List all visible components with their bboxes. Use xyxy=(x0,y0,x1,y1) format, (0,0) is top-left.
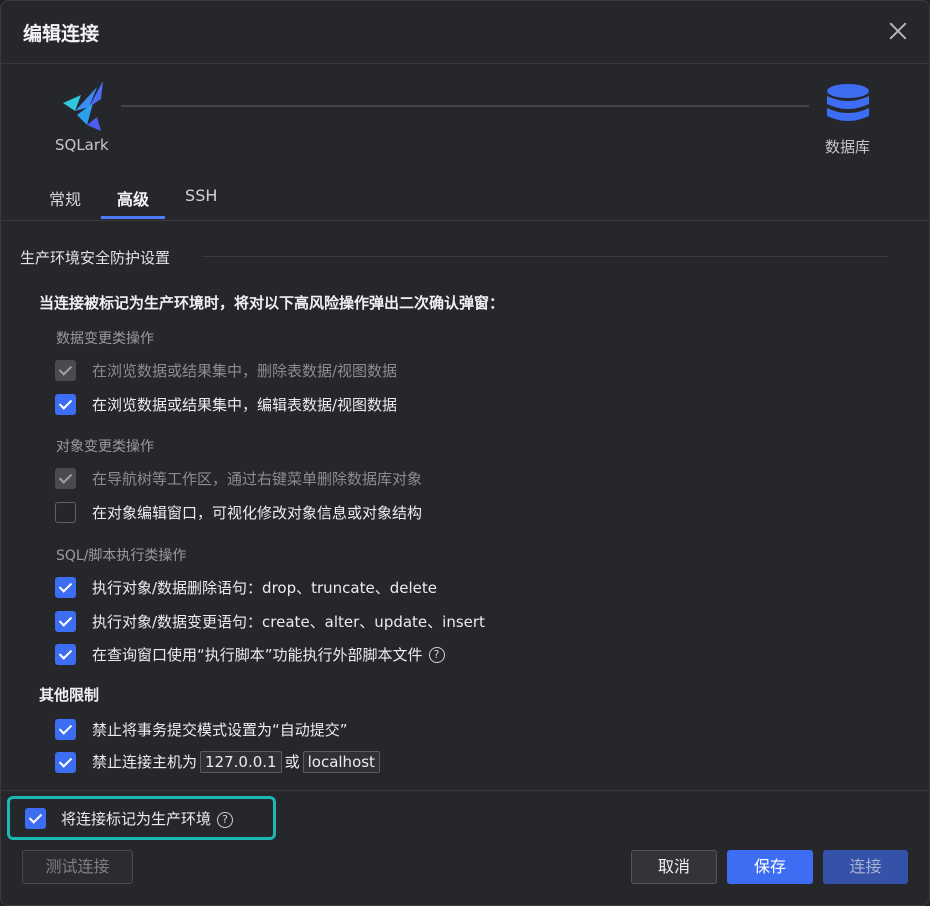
cancel-button[interactable]: 取消 xyxy=(631,850,717,884)
option-label: 在对象编辑窗口，可视化修改对象信息或对象结构 xyxy=(92,503,423,522)
option-label: 在查询窗口使用“执行脚本”功能执行外部脚本文件? xyxy=(92,644,445,665)
save-button[interactable]: 保存 xyxy=(727,850,813,884)
sqlark-logo-icon xyxy=(63,81,103,131)
mark-production-text: 将连接标记为生产环境 xyxy=(61,810,212,828)
option-label-or: 或 xyxy=(284,753,300,771)
help-circle-icon[interactable]: ? xyxy=(217,811,234,828)
checkbox-delete-table-data xyxy=(55,359,76,381)
other-restrictions-title: 其他限制 xyxy=(39,686,100,704)
source-label: SQLark xyxy=(55,136,109,154)
section-description: 当连接被标记为生产环境时，将对以下高风险操作弹出二次确认弹窗： xyxy=(39,294,505,312)
option-label: 在浏览数据或结果集中，删除表数据/视图数据 xyxy=(92,361,398,380)
edit-connection-dialog: 编辑连接 SQLark 数据库 常规 高级 SSH 生产环境安全防护设置 当连接… xyxy=(0,0,930,906)
footer-divider xyxy=(1,790,929,791)
close-icon[interactable] xyxy=(887,20,909,42)
tab-general[interactable]: 常规 xyxy=(31,181,99,219)
host-tag: localhost xyxy=(302,751,380,773)
option-delete-table-data: 在浏览数据或结果集中，删除表数据/视图数据 xyxy=(55,358,397,382)
option-change-statements[interactable]: 执行对象/数据变更语句：create、alter、update、insert xyxy=(55,609,485,633)
option-visual-modify-object[interactable]: 在对象编辑窗口，可视化修改对象信息或对象结构 xyxy=(55,500,422,524)
checkbox-delete-db-object xyxy=(55,467,76,489)
checkbox-block-autocommit[interactable] xyxy=(55,718,76,740)
group-title-sql-exec: SQL/脚本执行类操作 xyxy=(56,548,187,564)
help-circle-icon[interactable]: ? xyxy=(428,647,445,663)
option-label-prefix: 禁止连接主机为 xyxy=(92,753,198,771)
section-divider xyxy=(202,256,887,257)
option-execute-script[interactable]: 在查询窗口使用“执行脚本”功能执行外部脚本文件? xyxy=(55,642,445,666)
group-title-data-change: 数据变更类操作 xyxy=(56,331,154,347)
section-title: 生产环境安全防护设置 xyxy=(20,249,171,267)
test-connection-button[interactable]: 测试连接 xyxy=(22,850,133,884)
target-label: 数据库 xyxy=(825,138,871,156)
option-label: 在浏览数据或结果集中，编辑表数据/视图数据 xyxy=(92,395,398,414)
group-title-object-change: 对象变更类操作 xyxy=(56,439,154,455)
connect-button[interactable]: 连接 xyxy=(823,850,908,884)
checkbox-block-localhost[interactable] xyxy=(55,751,76,773)
connection-line xyxy=(121,105,809,107)
option-block-autocommit[interactable]: 禁止将事务提交模式设置为“自动提交” xyxy=(55,717,348,741)
option-label: 禁止连接主机为 127.0.0.1 或 localhost xyxy=(92,751,383,773)
title-divider xyxy=(1,63,929,64)
option-label: 在导航树等工作区，通过右键菜单删除数据库对象 xyxy=(92,469,423,488)
option-edit-table-data[interactable]: 在浏览数据或结果集中，编辑表数据/视图数据 xyxy=(55,392,397,416)
host-tag: 127.0.0.1 xyxy=(200,751,282,773)
option-drop-statements[interactable]: 执行对象/数据删除语句：drop、truncate、delete xyxy=(55,575,437,599)
option-label: 执行对象/数据删除语句：drop、truncate、delete xyxy=(92,578,437,597)
option-label: 执行对象/数据变更语句：create、alter、update、insert xyxy=(92,612,485,631)
option-label-text: 在查询窗口使用“执行脚本”功能执行外部脚本文件 xyxy=(92,645,423,664)
advanced-panel: 生产环境安全防护设置 当连接被标记为生产环境时，将对以下高风险操作弹出二次确认弹… xyxy=(1,220,929,790)
checkbox-execute-script[interactable] xyxy=(55,643,76,665)
dialog-titlebar: 编辑连接 xyxy=(1,1,929,63)
option-label: 禁止将事务提交模式设置为“自动提交” xyxy=(92,720,348,739)
tab-ssh[interactable]: SSH xyxy=(167,181,235,219)
option-block-localhost[interactable]: 禁止连接主机为 127.0.0.1 或 localhost xyxy=(55,750,383,774)
database-icon xyxy=(827,84,869,121)
dialog-title: 编辑连接 xyxy=(23,23,100,45)
checkbox-drop-statements[interactable] xyxy=(55,576,76,598)
checkbox-change-statements[interactable] xyxy=(55,610,76,632)
checkbox-edit-table-data[interactable] xyxy=(55,393,76,415)
option-delete-db-object: 在导航树等工作区，通过右键菜单删除数据库对象 xyxy=(55,466,422,490)
mark-production-label: 将连接标记为生产环境? xyxy=(61,808,234,829)
tab-bar: 常规 高级 SSH xyxy=(31,181,235,221)
checkbox-visual-modify-object[interactable] xyxy=(55,501,76,523)
mark-production-option[interactable]: 将连接标记为生产环境? xyxy=(7,796,276,840)
tab-advanced[interactable]: 高级 xyxy=(99,181,167,219)
checkbox-mark-production[interactable] xyxy=(25,808,46,829)
